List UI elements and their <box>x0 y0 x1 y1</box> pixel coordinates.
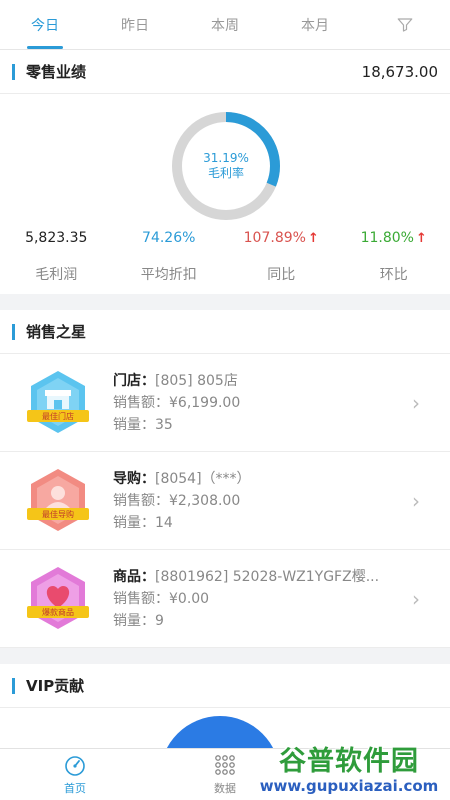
retail-header: 零售业绩 18,673.00 <box>0 50 450 94</box>
nav-home[interactable]: 首页 <box>0 749 150 800</box>
vip-title: VIP贡献 <box>26 677 85 695</box>
app-screen: 今日 昨日 本周 本月 零售业绩 18,673.00 31.19% 毛利率 5,… <box>0 0 450 800</box>
list-item-best-guide[interactable]: 最佳导购 导购：[8054]（***） 销售额：¥2,308.00 销量：14 … <box>0 452 450 550</box>
tab-yesterday[interactable]: 昨日 <box>90 0 180 49</box>
gross-margin-percent: 31.19% <box>203 151 249 165</box>
star-title: 销售之星 <box>26 323 87 341</box>
item-name: [805] 805店 <box>155 372 238 389</box>
item-amount: 销售额：¥2,308.00 <box>113 492 241 509</box>
chevron-right-icon: › <box>412 390 420 415</box>
item-qty: 销量：35 <box>113 416 173 433</box>
stat-value: 11.80% <box>360 230 414 246</box>
stat-yoy: 107.89% ↑ 同比 <box>225 229 338 284</box>
item-key: 导购： <box>113 470 155 487</box>
watermark-url: www.gupuxiazai.com <box>259 777 439 795</box>
item-key: 门店： <box>113 372 155 389</box>
arrow-up-icon: ↑ <box>307 230 319 246</box>
stat-value: 5,823.35 <box>25 230 88 246</box>
speedometer-icon <box>63 753 87 780</box>
tab-this-month[interactable]: 本月 <box>270 0 360 49</box>
stat-label: 平均折扣 <box>140 267 197 283</box>
gross-margin-donut: 31.19% 毛利率 <box>168 108 284 224</box>
period-tabs: 今日 昨日 本周 本月 <box>0 0 450 50</box>
gross-margin-label: 毛利率 <box>207 166 244 180</box>
retail-total: 18,673.00 <box>361 62 438 81</box>
stat-value: 107.89% <box>243 230 306 246</box>
best-store-badge-icon: 最佳门店 <box>23 368 93 438</box>
retail-body: 31.19% 毛利率 5,823.35 毛利润 74.26% 平均折扣 107.… <box>0 94 450 294</box>
chevron-right-icon: › <box>412 586 420 611</box>
vip-header: VIP贡献 <box>0 664 450 708</box>
star-header: 销售之星 <box>0 310 450 354</box>
tab-this-week[interactable]: 本周 <box>180 0 270 49</box>
item-qty: 销量：14 <box>113 514 173 531</box>
hot-product-badge-icon: 爆款商品 <box>23 564 93 634</box>
item-name: [8054]（***） <box>155 470 251 487</box>
item-qty: 销量：9 <box>113 612 164 629</box>
tab-today[interactable]: 今日 <box>0 0 90 49</box>
item-amount: 销售额：¥6,199.00 <box>113 394 241 411</box>
item-name: [8801962] 52028-WZ1YGFZ樱... <box>155 568 380 585</box>
nav-home-label: 首页 <box>64 782 86 795</box>
stat-avg-discount: 74.26% 平均折扣 <box>113 229 226 284</box>
arrow-up-icon: ↑ <box>415 230 427 246</box>
section-marker <box>12 63 15 80</box>
stat-value: 74.26% <box>142 230 196 246</box>
grid-dots-icon <box>213 753 237 780</box>
stat-mom: 11.80% ↑ 环比 <box>338 229 450 284</box>
retail-stats: 5,823.35 毛利润 74.26% 平均折扣 107.89% ↑ 同比 11.… <box>0 229 450 284</box>
stat-label: 环比 <box>379 267 408 283</box>
best-guide-badge-icon: 最佳导购 <box>23 466 93 536</box>
list-item-best-store[interactable]: 最佳门店 门店：[805] 805店 销售额：¥6,199.00 销量：35 › <box>0 354 450 452</box>
svg-text:最佳导购: 最佳导购 <box>42 509 74 519</box>
watermark: 谷普软件园 www.gupuxiazai.com <box>248 742 450 800</box>
filter-icon[interactable] <box>360 0 450 49</box>
stat-label: 毛利润 <box>35 267 78 283</box>
stat-label: 同比 <box>267 267 296 283</box>
list-item-hot-product[interactable]: 爆款商品 商品：[8801962] 52028-WZ1YGFZ樱... 销售额：… <box>0 550 450 648</box>
section-marker <box>12 677 15 694</box>
svg-text:最佳门店: 最佳门店 <box>42 411 74 421</box>
watermark-title: 谷普软件园 <box>279 746 419 777</box>
item-key: 商品： <box>113 568 155 585</box>
chevron-right-icon: › <box>412 488 420 513</box>
nav-data-label: 数据 <box>214 782 236 795</box>
svg-text:爆款商品: 爆款商品 <box>42 607 74 617</box>
stat-gross-profit: 5,823.35 毛利润 <box>0 229 113 284</box>
section-marker <box>12 323 15 340</box>
retail-title: 零售业绩 <box>26 63 87 81</box>
item-amount: 销售额：¥0.00 <box>113 590 210 607</box>
